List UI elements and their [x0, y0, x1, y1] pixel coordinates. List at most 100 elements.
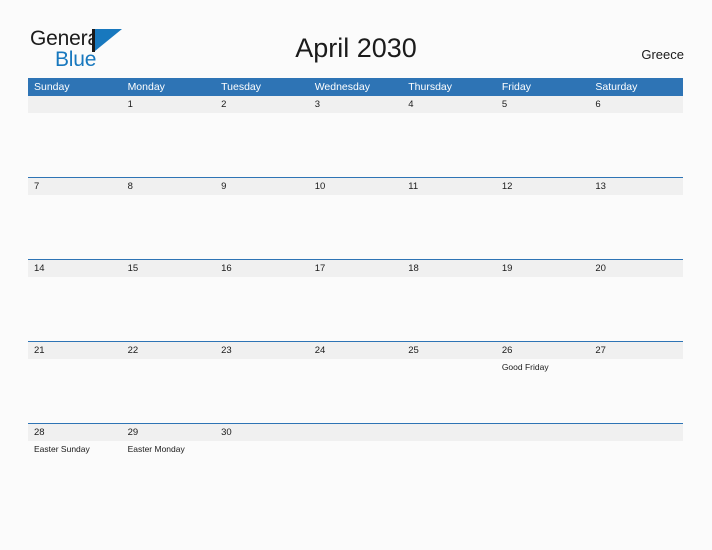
calendar-day-number: 23	[215, 342, 309, 359]
calendar-day-cell[interactable]	[28, 96, 122, 177]
calendar-day-cell[interactable]: 9	[215, 178, 309, 259]
calendar-day-cell[interactable]: 22	[121, 342, 216, 423]
weekday-header-saturday: Saturday	[595, 81, 638, 93]
calendar-holiday-label: Easter Monday	[127, 444, 185, 454]
calendar-day-number	[308, 424, 403, 441]
calendar-day-number: 6	[589, 96, 683, 113]
weekday-header-friday: Friday	[501, 81, 531, 93]
calendar-day-cell[interactable]: 6	[589, 96, 683, 177]
calendar-day-number: 30	[215, 424, 309, 441]
calendar-day-row: 7 8 9 10 11 12 13	[28, 178, 683, 259]
calendar-day-number: 22	[121, 342, 216, 359]
calendar-day-cell[interactable]: 21	[28, 342, 122, 423]
calendar-day-number: 26	[495, 342, 590, 359]
calendar-day-cell[interactable]: 11	[402, 178, 496, 259]
calendar-day-events	[496, 441, 590, 505]
calendar-day-number: 11	[402, 178, 496, 195]
page-header: General Blue April 2030 Greece	[0, 0, 712, 78]
calendar-day-cell[interactable]: 20	[589, 260, 683, 341]
calendar-day-number: 18	[402, 260, 496, 277]
calendar-day-events	[402, 195, 496, 259]
calendar-day-cell[interactable]: 19	[495, 260, 590, 341]
calendar-day-events	[496, 195, 590, 259]
calendar-day-cell[interactable]: 23	[215, 342, 309, 423]
calendar-day-events	[28, 277, 122, 341]
calendar-day-number: 5	[495, 96, 590, 113]
calendar-day-cell[interactable]: 12	[495, 178, 590, 259]
calendar-day-cell[interactable]: 26 Good Friday	[495, 342, 590, 423]
calendar-day-cell[interactable]: 25	[402, 342, 496, 423]
calendar-day-cell[interactable]: 16	[215, 260, 309, 341]
calendar-day-cell[interactable]: 13	[589, 178, 683, 259]
calendar-day-events	[589, 359, 683, 423]
calendar-day-cell[interactable]: 18	[402, 260, 496, 341]
calendar-day-number	[495, 424, 590, 441]
calendar-day-cell[interactable]: 30	[215, 424, 309, 505]
calendar-day-number	[28, 96, 122, 113]
calendar-day-number: 28	[28, 424, 122, 441]
calendar-day-cell[interactable]	[308, 424, 403, 505]
calendar-day-events	[215, 359, 309, 423]
calendar-day-events	[122, 277, 216, 341]
calendar-day-cell[interactable]: 14	[28, 260, 122, 341]
weekday-header-sunday: Sunday	[34, 81, 70, 93]
calendar-week-row: 123456	[28, 96, 683, 177]
calendar-holiday-label: Easter Sunday	[34, 444, 90, 454]
calendar-day-number: 14	[28, 260, 122, 277]
calendar-day-number: 1	[121, 96, 216, 113]
calendar-day-number: 15	[121, 260, 216, 277]
weekday-header-row: Sunday Monday Tuesday Wednesday Thursday…	[28, 78, 683, 96]
calendar-day-row: 28 Easter Sunday 29 Easter Monday 30	[28, 424, 683, 505]
calendar-day-cell[interactable]: 8	[121, 178, 216, 259]
calendar-day-cell[interactable]	[589, 424, 683, 505]
calendar-day-events	[309, 359, 403, 423]
calendar-day-cell[interactable]: 5	[495, 96, 590, 177]
calendar-day-cell[interactable]: 24	[308, 342, 403, 423]
calendar-day-events	[309, 277, 403, 341]
calendar-day-number: 9	[215, 178, 309, 195]
calendar-day-number: 29	[121, 424, 216, 441]
calendar-day-events	[589, 277, 683, 341]
calendar-day-number: 21	[28, 342, 122, 359]
calendar-day-cell[interactable]: 17	[308, 260, 403, 341]
calendar-day-cell[interactable]: 2	[215, 96, 309, 177]
calendar-day-cell[interactable]: 4	[402, 96, 496, 177]
weekday-header-monday: Monday	[127, 81, 165, 93]
calendar-day-cell[interactable]: 7	[28, 178, 122, 259]
calendar-day-events	[215, 113, 309, 177]
calendar-day-number	[402, 424, 496, 441]
calendar-day-events	[309, 113, 403, 177]
calendar-day-number: 16	[215, 260, 309, 277]
calendar-day-events	[215, 277, 309, 341]
calendar-day-events	[215, 441, 309, 505]
page-title: April 2030	[295, 33, 417, 63]
calendar-day-events	[28, 113, 122, 177]
calendar-day-events	[589, 441, 683, 505]
calendar-day-number: 24	[308, 342, 403, 359]
calendar-day-cell[interactable]: 29 Easter Monday	[121, 424, 216, 505]
calendar-day-events	[122, 359, 216, 423]
calendar-day-cell[interactable]: 28 Easter Sunday	[28, 424, 122, 505]
calendar-day-events	[309, 195, 403, 259]
calendar-day-events	[402, 441, 496, 505]
calendar-day-cell[interactable]	[402, 424, 496, 505]
calendar-day-cell[interactable]: 15	[121, 260, 216, 341]
calendar-day-events	[402, 359, 496, 423]
calendar-day-number: 10	[308, 178, 403, 195]
calendar-day-cell[interactable]: 10	[308, 178, 403, 259]
weekday-header-wednesday: Wednesday	[314, 81, 370, 93]
calendar-day-events	[28, 195, 122, 259]
calendar-day-number: 20	[589, 260, 683, 277]
calendar-day-cell[interactable]: 3	[308, 96, 403, 177]
calendar-day-events: Easter Monday	[122, 441, 216, 505]
calendar-day-number: 17	[308, 260, 403, 277]
calendar-day-cell[interactable]: 1	[121, 96, 216, 177]
calendar-day-cell[interactable]	[495, 424, 590, 505]
calendar-day-number: 27	[589, 342, 683, 359]
calendar-day-events: Good Friday	[496, 359, 590, 423]
calendar-week-row: 14 15 16 17 18 19 20	[28, 259, 683, 341]
calendar-day-cell[interactable]: 27	[589, 342, 683, 423]
calendar-day-number: 7	[28, 178, 122, 195]
calendar-day-events	[589, 195, 683, 259]
calendar-day-events	[28, 359, 122, 423]
